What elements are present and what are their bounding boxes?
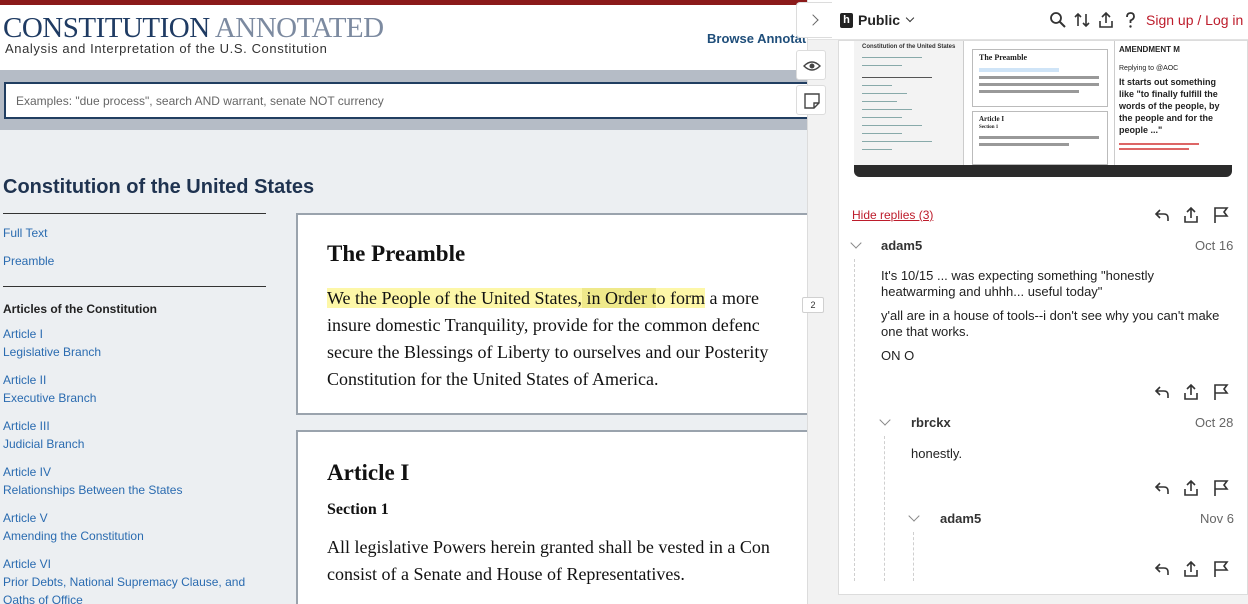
reply-username[interactable]: adam5 — [940, 511, 981, 526]
reply-body: honestly. — [911, 446, 963, 461]
show-highlights-button[interactable] — [796, 50, 826, 80]
share-icon[interactable] — [1097, 11, 1115, 29]
share-icon[interactable] — [1182, 560, 1200, 578]
login-link[interactable]: Log in — [1205, 12, 1243, 28]
share-icon[interactable] — [1182, 383, 1200, 401]
site-logo[interactable]: CONSTITUTION ANNOTATED Analysis and Inte… — [3, 12, 384, 56]
toc-article-2[interactable]: Article II Executive Branch — [3, 371, 96, 407]
annotation-highlight-nested[interactable]: in Order t — [582, 288, 657, 308]
top-accent-bar — [0, 0, 808, 5]
annotation-highlight[interactable]: o form — [656, 288, 705, 308]
annotation-count-badge[interactable]: 2 — [802, 297, 824, 313]
toc-articles-heading: Articles of the Constitution — [3, 302, 157, 316]
collapse-reply-icon[interactable] — [850, 237, 862, 249]
flag-icon[interactable] — [1212, 479, 1230, 497]
share-icon[interactable] — [1182, 206, 1200, 224]
browse-annotations-link[interactable]: Browse Annotat... — [707, 31, 808, 46]
group-selector[interactable]: Public — [858, 12, 900, 28]
flag-icon[interactable] — [1212, 560, 1230, 578]
chevron-down-icon — [905, 13, 915, 23]
reply-body: ON O — [881, 348, 915, 363]
preamble-title: The Preamble — [327, 241, 466, 266]
toc-full-text[interactable]: Full Text — [3, 224, 47, 242]
toc-preamble[interactable]: Preamble — [3, 252, 54, 270]
article-1-text: All legislative Powers herein granted sh… — [327, 537, 770, 584]
search-box[interactable] — [4, 82, 808, 119]
reply-icon[interactable] — [1153, 560, 1171, 578]
eye-icon — [803, 61, 821, 71]
reply-date[interactable]: Nov 6 — [1200, 511, 1234, 526]
reply-icon[interactable] — [1153, 206, 1171, 224]
divider — [3, 213, 266, 214]
divider — [3, 286, 266, 287]
annotation-highlight[interactable]: We the People of the United States, — [327, 288, 582, 308]
preamble-card: The Preamble We the People of the United… — [296, 213, 808, 415]
sidebar-toolbar: h Public Sign up / Log in — [796, 0, 1248, 40]
annotation-screenshot-image: Constitution of the United States The Pr — [854, 41, 1232, 177]
toc-article-1[interactable]: Article I Legislative Branch — [3, 325, 101, 361]
main-content: Constitution of the United States Full T… — [0, 130, 808, 604]
reply-username[interactable]: rbrckx — [911, 415, 951, 430]
flag-icon[interactable] — [1212, 206, 1230, 224]
hypothesis-logo-icon[interactable]: h — [840, 13, 853, 28]
reply-username[interactable]: adam5 — [881, 238, 922, 253]
article-title: Article I — [327, 460, 410, 485]
toc-article-3[interactable]: Article III Judicial Branch — [3, 417, 84, 453]
sidebar-collapse-button[interactable] — [796, 2, 832, 38]
chevron-right-icon — [807, 14, 819, 26]
flag-icon[interactable] — [1212, 383, 1230, 401]
reply-body: y'all are in a house of tools--i don't s… — [881, 308, 1220, 339]
toc-article-4[interactable]: Article IV Relationships Between the Stat… — [3, 463, 182, 499]
help-icon[interactable] — [1121, 11, 1139, 29]
page-title: Constitution of the United States — [3, 176, 315, 198]
reply-date[interactable]: Oct 28 — [1195, 415, 1233, 430]
hide-replies-link[interactable]: Hide replies (3) — [852, 208, 933, 222]
article-1-card: Article I Section 1 All legislative Powe… — [296, 430, 808, 604]
signup-link[interactable]: Sign up — [1146, 12, 1193, 28]
note-icon — [804, 93, 820, 109]
toc-article-5[interactable]: Article V Amending the Constitution — [3, 509, 144, 545]
search-icon[interactable] — [1049, 11, 1067, 29]
collapse-reply-icon[interactable] — [879, 414, 891, 426]
toc-article-6[interactable]: Article VI Prior Debts, National Supremac… — [3, 555, 245, 604]
document-page: CONSTITUTION ANNOTATED Analysis and Inte… — [0, 0, 808, 604]
reply-icon[interactable] — [1153, 383, 1171, 401]
sort-icon[interactable] — [1073, 11, 1091, 29]
collapse-reply-icon[interactable] — [908, 510, 920, 522]
reply-body: It's 10/15 ... was expecting something "… — [881, 268, 1155, 299]
annotation-thread-card: Constitution of the United States The Pr — [838, 40, 1248, 595]
annotation-sidebar: h Public Sign up / Log in 2 Constitution… — [796, 0, 1248, 604]
search-input[interactable] — [6, 84, 808, 117]
reply-icon[interactable] — [1153, 479, 1171, 497]
search-band — [0, 70, 808, 130]
preamble-text: We the People of the United States, in O… — [327, 288, 769, 389]
share-icon[interactable] — [1182, 479, 1200, 497]
auth-links: Sign up / Log in — [1146, 12, 1244, 28]
site-subtitle: Analysis and Interpretation of the U.S. … — [5, 41, 328, 56]
site-title: CONSTITUTION ANNOTATED — [3, 12, 384, 44]
section-title: Section 1 — [327, 501, 389, 518]
reply-date[interactable]: Oct 16 — [1195, 238, 1233, 253]
new-note-button[interactable] — [796, 85, 826, 115]
